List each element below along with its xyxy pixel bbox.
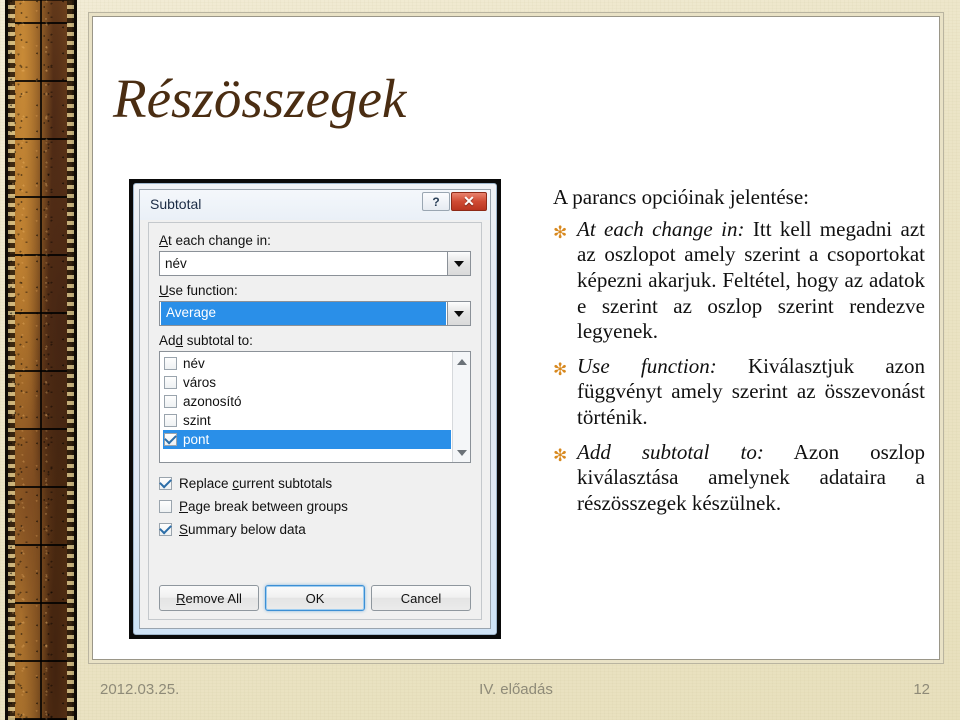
label-rest: se function: [168, 283, 238, 298]
chevron-down-icon[interactable] [447, 302, 470, 325]
subtotal-dialog: Subtotal ? ✕ At each change in: név Use … [129, 179, 501, 639]
bullet-text: Add subtotal to: Azon oszlop kiválasztás… [577, 440, 925, 517]
slide-root: Részösszegek Subtotal ? ✕ At each change… [0, 0, 960, 720]
list-item: ✻ Use function: Kiválasztjuk azon függvé… [553, 354, 925, 431]
list-item-label: szint [183, 413, 211, 428]
option-label: Page break between groups [179, 499, 348, 514]
list-item[interactable]: név [163, 354, 451, 373]
checkbox-icon[interactable] [164, 376, 177, 389]
bullet-lead: Add subtotal to: [577, 439, 764, 464]
accel-char: U [159, 283, 169, 298]
star-bullet-icon: ✻ [553, 359, 568, 379]
dialog-title: Subtotal [150, 196, 202, 212]
label-pre: Ad [159, 333, 176, 348]
explanation-text: A parancs opcióinak jelentése: ✻ At each… [553, 185, 925, 525]
chevron-down-icon[interactable] [447, 252, 470, 275]
add-subtotal-to-listbox[interactable]: név város azonosító szint pont [159, 351, 471, 463]
list-item-label: azonosító [183, 394, 242, 409]
decorative-left-border [8, 0, 74, 720]
list-item[interactable]: város [163, 373, 451, 392]
texture-overlay [8, 0, 74, 720]
remove-all-button[interactable]: Remove All [159, 585, 259, 611]
listbox-items: név város azonosító szint pont [160, 352, 451, 462]
cancel-button[interactable]: Cancel [371, 585, 471, 611]
content-panel: Részösszegek Subtotal ? ✕ At each change… [92, 16, 940, 660]
list-item: ✻ Add subtotal to: Azon oszlop kiválaszt… [553, 440, 925, 517]
at-each-change-combobox[interactable]: név [159, 251, 471, 276]
label-rest: subtotal to: [183, 333, 253, 348]
checkbox-icon[interactable] [164, 414, 177, 427]
content-frame: Részösszegek Subtotal ? ✕ At each change… [88, 12, 944, 664]
at-each-change-label: At each change in: [159, 233, 471, 248]
list-item[interactable]: szint [163, 411, 451, 430]
close-icon[interactable]: ✕ [451, 192, 487, 211]
footer-page-number: 12 [913, 680, 930, 698]
add-subtotal-to-label: Add subtotal to: [159, 333, 471, 348]
dialog-content: At each change in: név Use function: Ave… [148, 222, 482, 620]
slide-footer: 2012.03.25. IV. előadás 12 [88, 672, 944, 706]
help-icon[interactable]: ? [422, 192, 450, 211]
use-function-value: Average [161, 302, 446, 325]
scroll-up-icon[interactable] [453, 353, 470, 370]
option-label: Summary below data [179, 522, 306, 537]
scroll-down-icon[interactable] [453, 444, 470, 461]
bullet-lead: Use function: [577, 353, 717, 378]
accel-char: A [159, 233, 169, 248]
list-item-label: pont [183, 432, 210, 447]
dialog-titlebar: Subtotal ? ✕ [140, 190, 490, 220]
option-summary-below-data[interactable]: Summary below data [159, 518, 471, 541]
star-bullet-icon: ✻ [553, 445, 568, 465]
checkbox-icon[interactable] [164, 431, 177, 446]
checkbox-icon[interactable] [159, 500, 172, 513]
explanation-intro: A parancs opcióinak jelentése: [553, 185, 809, 209]
list-item-label: név [183, 356, 205, 371]
bullet-text: At each change in: Itt kell megadni azt … [577, 217, 925, 345]
option-page-break-between-groups[interactable]: Page break between groups [159, 495, 471, 518]
checkbox-icon[interactable] [159, 521, 172, 536]
checkbox-icon[interactable] [164, 395, 177, 408]
option-label: Replace current subtotals [179, 476, 333, 491]
star-bullet-icon: ✻ [553, 222, 568, 242]
checkbox-icon[interactable] [159, 475, 172, 490]
checkbox-icon[interactable] [164, 357, 177, 370]
dialog-glass-frame: Subtotal ? ✕ At each change in: név Use … [133, 183, 497, 635]
list-item: ✻ At each change in: Itt kell megadni az… [553, 217, 925, 345]
accel-char: d [175, 333, 184, 348]
listbox-scrollbar[interactable] [452, 352, 470, 462]
at-each-change-value: név [165, 256, 187, 271]
list-item[interactable]: azonosító [163, 392, 451, 411]
option-replace-current-subtotals[interactable]: Replace current subtotals [159, 472, 471, 495]
footer-lecture-label: IV. előadás [479, 680, 553, 698]
bullet-lead: At each change in: [577, 216, 745, 241]
use-function-label: Use function: [159, 283, 471, 298]
ok-button[interactable]: OK [265, 585, 365, 611]
bullet-text: Use function: Kiválasztjuk azon függvény… [577, 354, 925, 431]
label-rest: t each change in: [168, 233, 271, 248]
use-function-combobox[interactable]: Average [159, 301, 471, 326]
dialog-body: Subtotal ? ✕ At each change in: név Use … [139, 189, 491, 629]
page-title: Részösszegek [113, 68, 407, 129]
dialog-button-bar: Remove All OK Cancel [159, 585, 471, 611]
list-item-label: város [183, 375, 217, 390]
list-item[interactable]: pont [163, 430, 451, 449]
